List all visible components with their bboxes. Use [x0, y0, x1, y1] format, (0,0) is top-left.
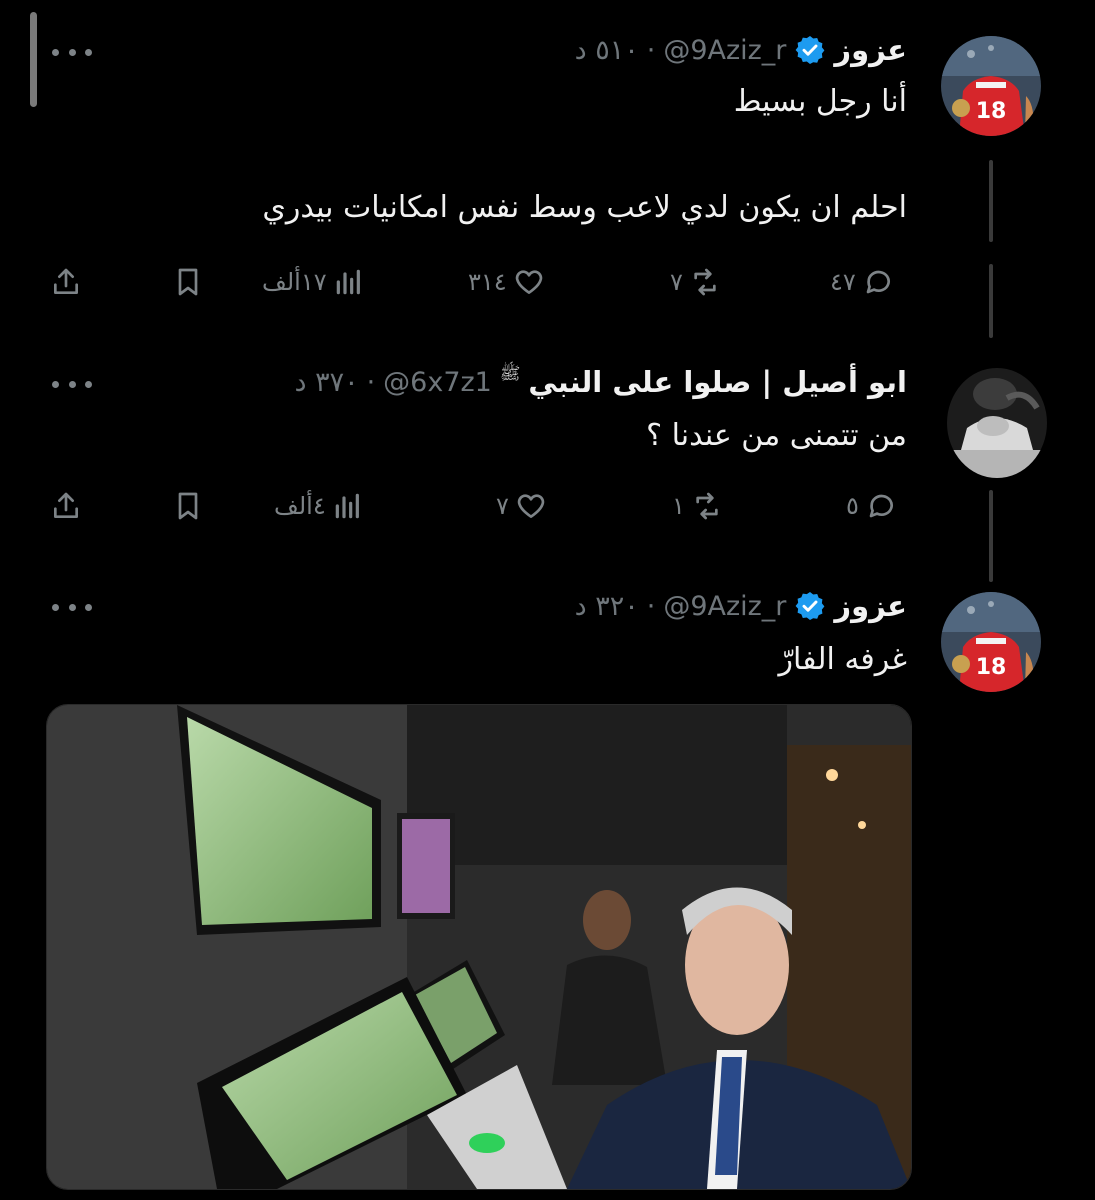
more-icon[interactable]	[52, 377, 92, 391]
svg-text:18: 18	[976, 99, 1007, 124]
bookmark-button[interactable]	[172, 260, 204, 304]
tweet-text-line: احلم ان يكون لدي لاعب وسط نفس امكانيات ب…	[262, 190, 907, 225]
handle[interactable]: @6x7z1	[383, 367, 492, 398]
display-name[interactable]: عزوز	[834, 33, 907, 67]
timestamp[interactable]: ٣٢٠ د	[575, 591, 639, 622]
like-button[interactable]: ٣١٤	[468, 260, 545, 304]
avatar[interactable]: 18	[941, 36, 1041, 136]
verified-badge-icon	[794, 34, 826, 66]
honorific-glyph: ﷺ	[499, 363, 521, 384]
separator-dot: ·	[366, 366, 376, 398]
bookmark-icon	[178, 268, 198, 296]
retweet-icon	[696, 492, 718, 520]
var-room-photo[interactable]	[46, 704, 912, 1190]
tweet-text-line: أنا رجل بسيط	[733, 84, 907, 119]
views-button[interactable]: ١٧ألف	[262, 260, 365, 304]
views-icon	[335, 493, 359, 519]
thread-line	[989, 160, 993, 242]
more-icon[interactable]	[52, 45, 92, 59]
share-icon	[54, 268, 78, 294]
action-bar: ٤ألف ٧ ١ ٥	[40, 484, 920, 528]
avatar[interactable]: 18	[941, 592, 1041, 692]
like-icon	[515, 270, 542, 294]
handle[interactable]: @9Aziz_r	[663, 35, 786, 66]
retweet-button[interactable]: ٧	[670, 260, 721, 304]
separator-dot: ·	[646, 34, 656, 66]
display-name[interactable]: عزوز	[834, 589, 907, 623]
display-name[interactable]: ابو أصيل | صلوا على النبي	[528, 365, 907, 399]
share-button[interactable]	[50, 260, 82, 304]
bookmark-icon	[178, 492, 198, 520]
views-count: ٤ألف	[274, 492, 326, 520]
reply-button[interactable]: ٥	[846, 484, 897, 528]
reply-count: ٤٧	[830, 268, 856, 296]
media-image	[47, 705, 911, 1189]
reply-icon	[866, 270, 890, 294]
timestamp[interactable]: ٣٧٠ د	[294, 367, 358, 398]
bookmark-button[interactable]	[172, 484, 204, 528]
share-icon	[54, 492, 78, 518]
retweet-icon	[694, 268, 716, 296]
like-count: ٣١٤	[468, 268, 507, 296]
reply-button[interactable]: ٤٧	[830, 260, 894, 304]
verified-badge-icon	[794, 590, 826, 622]
football-player-avatar: 18	[941, 36, 1041, 136]
thread-line	[989, 490, 993, 582]
reply-count: ٥	[846, 492, 859, 520]
svg-text:18: 18	[976, 655, 1007, 680]
monochrome-player-avatar	[947, 368, 1047, 478]
views-count: ١٧ألف	[262, 268, 327, 296]
tweet-text-line: غرفه الفارّ	[778, 642, 907, 677]
views-icon	[336, 269, 360, 295]
scroll-indicator[interactable]	[30, 12, 37, 107]
views-button[interactable]: ٤ألف	[274, 484, 364, 528]
retweet-count: ١	[672, 492, 685, 520]
thread-line	[989, 264, 993, 338]
retweet-count: ٧	[670, 268, 683, 296]
retweet-button[interactable]: ١	[672, 484, 723, 528]
timestamp[interactable]: ٥١٠ د	[575, 35, 639, 66]
reply-icon	[869, 494, 893, 518]
like-button[interactable]: ٧	[496, 484, 547, 528]
share-button[interactable]	[50, 484, 82, 528]
like-icon	[517, 494, 545, 518]
avatar[interactable]	[947, 368, 1047, 478]
handle[interactable]: @9Aziz_r	[663, 591, 786, 622]
separator-dot: ·	[646, 590, 656, 622]
more-icon[interactable]	[52, 600, 92, 614]
like-count: ٧	[496, 492, 509, 520]
football-player-avatar: 18	[941, 592, 1041, 692]
action-bar: ١٧ألف ٣١٤ ٧ ٤٧	[40, 260, 920, 304]
tweet-text-line: من تتمنى من عندنا ؟	[646, 418, 907, 453]
